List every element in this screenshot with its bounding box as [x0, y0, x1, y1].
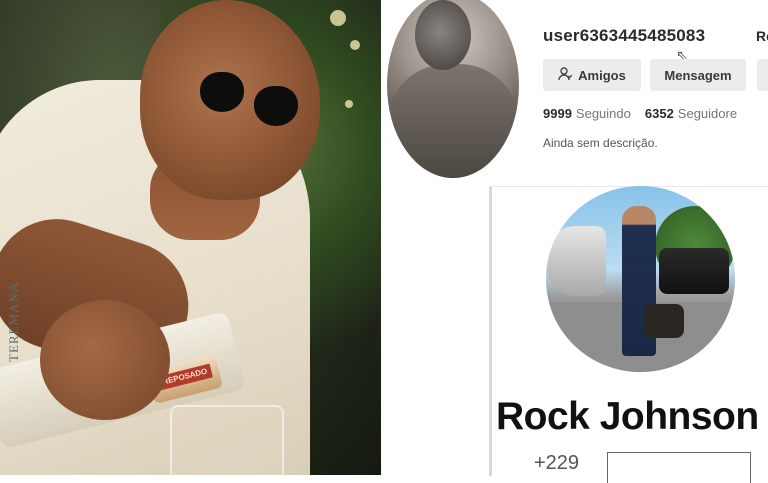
- profile-username: user6363445485083: [543, 26, 706, 45]
- avatar-body: [387, 64, 519, 178]
- profile-stats: 9999 Seguindo 6352 Seguidore: [543, 106, 751, 121]
- drinking-glass: [170, 405, 284, 475]
- truncated-text: Re: [756, 28, 768, 44]
- sunglasses: [200, 68, 300, 126]
- friends-button[interactable]: Amigos: [543, 59, 641, 91]
- hand: [40, 300, 170, 420]
- profile-description: Ainda sem descrição.: [543, 136, 658, 150]
- bottle-brand-text: TEREMANA: [6, 281, 21, 362]
- friends-button-label: Amigos: [578, 67, 626, 83]
- message-button[interactable]: Mensagem: [650, 59, 746, 91]
- bokeh-light: [345, 100, 353, 108]
- bokeh-light: [330, 10, 346, 26]
- promo-photo: REPOSADO TEREMANA: [0, 0, 381, 475]
- followers-label: Seguidore: [677, 106, 738, 121]
- profile-avatar[interactable]: [387, 0, 519, 178]
- black-suv: [659, 248, 729, 294]
- person-icon: [558, 66, 573, 84]
- followers-count: 6352: [644, 106, 674, 121]
- phone-country-code: +229: [534, 452, 580, 474]
- card-avatar: [546, 186, 735, 372]
- more-button[interactable]: [757, 59, 768, 91]
- following-count: 9999: [543, 106, 572, 121]
- avatar-face: [415, 0, 471, 70]
- duffel-bag: [644, 304, 684, 338]
- phone-input[interactable]: [607, 452, 751, 483]
- sunglasses-lens-left: [200, 72, 244, 112]
- bokeh-light: [350, 40, 360, 50]
- contact-name: Rock Johnson: [496, 395, 759, 438]
- private-jet: [546, 226, 606, 296]
- message-button-label: Mensagem: [664, 67, 732, 83]
- sunglasses-lens-right: [254, 86, 298, 126]
- following-label: Seguindo: [575, 106, 631, 121]
